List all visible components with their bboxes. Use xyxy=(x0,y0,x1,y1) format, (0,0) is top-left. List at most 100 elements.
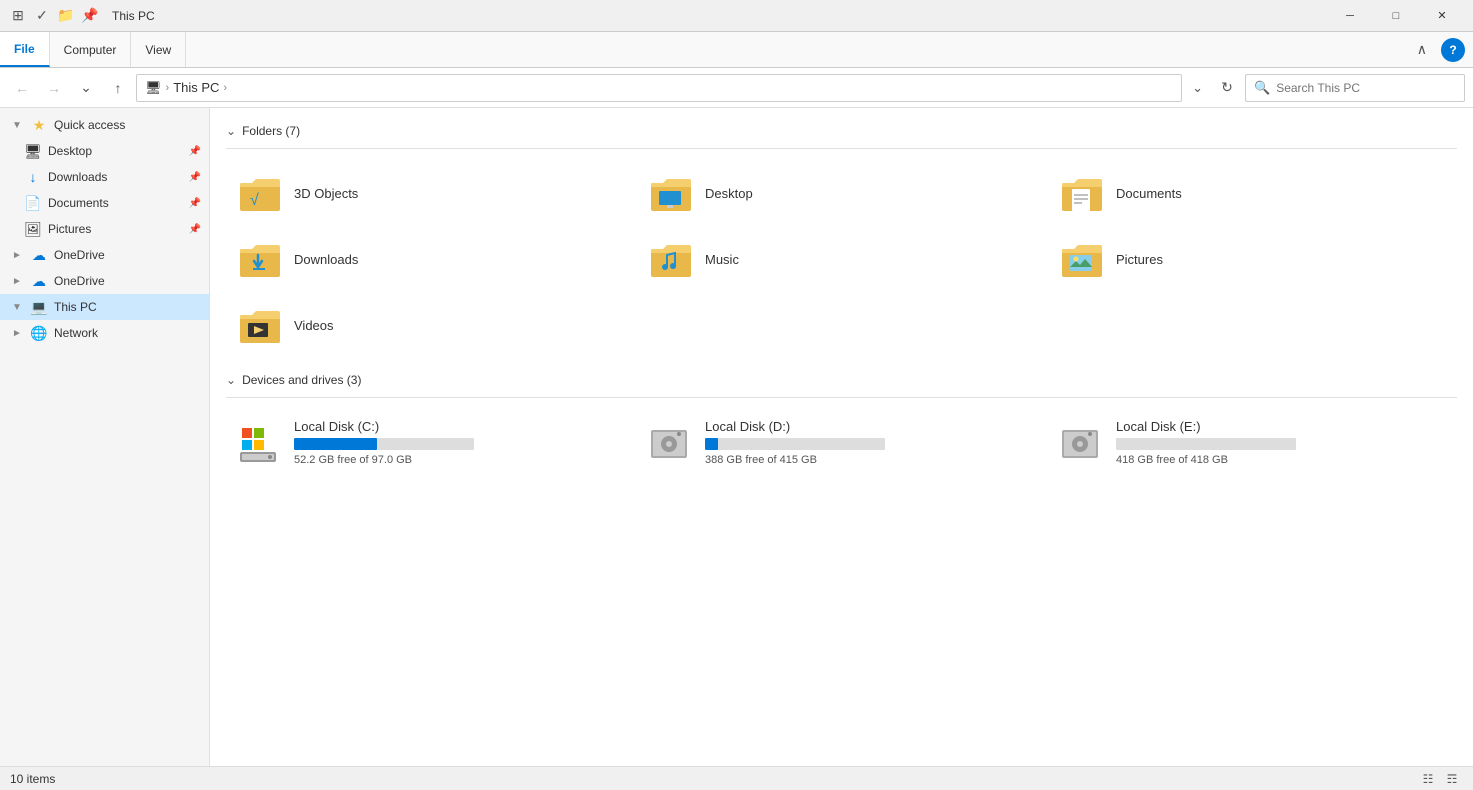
quick-access-chevron: ▼ xyxy=(12,120,24,131)
sidebar-item-documents[interactable]: 📄 Documents 📌 xyxy=(0,190,209,216)
details-view-button[interactable]: ☷ xyxy=(1417,768,1439,790)
sidebar-item-onedrive2[interactable]: ► ☁ OneDrive xyxy=(0,268,209,294)
address-dropdown-button[interactable]: ⌄ xyxy=(1186,80,1209,96)
drive-e-bar-container xyxy=(1116,438,1296,450)
tab-file[interactable]: File xyxy=(0,32,50,67)
drives-divider xyxy=(226,397,1457,398)
folders-chevron[interactable]: ⌄ xyxy=(226,124,236,138)
help-button[interactable]: ? xyxy=(1441,38,1465,62)
sidebar-item-thispc[interactable]: ▼ 💻 This PC xyxy=(0,294,209,320)
documents-folder-icon xyxy=(1058,169,1106,217)
drive-item-d[interactable]: Local Disk (D:) 388 GB free of 415 GB xyxy=(637,410,1046,474)
path-end-chevron: › xyxy=(223,82,227,94)
folder-item-pictures[interactable]: Pictures xyxy=(1048,227,1457,291)
desktop-folder-icon xyxy=(647,169,695,217)
tiles-view-button[interactable]: ☶ xyxy=(1441,768,1463,790)
drive-item-e[interactable]: Local Disk (E:) 418 GB free of 418 GB xyxy=(1048,410,1457,474)
sidebar-item-quick-access[interactable]: ▼ ★ Quick access xyxy=(0,112,209,138)
search-input[interactable] xyxy=(1276,81,1456,95)
quick-access-icon: ★ xyxy=(30,117,48,134)
view-toggle: ☷ ☶ xyxy=(1417,768,1463,790)
pin-icon[interactable]: 📌 xyxy=(80,6,100,26)
drives-chevron[interactable]: ⌄ xyxy=(226,373,236,387)
drives-section-header: ⌄ Devices and drives (3) xyxy=(226,373,1457,387)
up-button[interactable]: ↑ xyxy=(104,74,132,102)
pictures-folder-icon xyxy=(1058,235,1106,283)
drive-d-icon xyxy=(647,418,695,466)
music-folder-label: Music xyxy=(705,252,739,267)
folder-item-videos[interactable]: Videos xyxy=(226,293,635,357)
pictures-icon: 🖼 xyxy=(24,221,42,238)
pictures-folder-label: Pictures xyxy=(1116,252,1163,267)
sidebar-item-onedrive1[interactable]: ► ☁ OneDrive xyxy=(0,242,209,268)
ribbon: File Computer View ∧ ? xyxy=(0,32,1473,68)
sidebar: ▼ ★ Quick access 🖥 Desktop 📌 ↓ Downloads… xyxy=(0,108,210,766)
checkmark-icon[interactable]: ✓ xyxy=(32,6,52,26)
thispc-chevron: ▼ xyxy=(12,302,24,313)
network-icon: 🌐 xyxy=(30,325,48,342)
drive-d-info: Local Disk (D:) 388 GB free of 415 GB xyxy=(705,419,885,466)
title-bar-left: ⊞ ✓ 📁 📌 This PC xyxy=(8,6,155,26)
drive-c-bar-container xyxy=(294,438,474,450)
address-bar: ← → ⌄ ↑ 🖥 › This PC › ⌄ ↻ 🔍 xyxy=(0,68,1473,108)
search-box[interactable]: 🔍 xyxy=(1245,74,1465,102)
drive-c-icon xyxy=(236,418,284,466)
sidebar-item-desktop[interactable]: 🖥 Desktop 📌 xyxy=(0,138,209,164)
back-button[interactable]: ← xyxy=(8,74,36,102)
downloads-pin: 📌 xyxy=(189,172,201,183)
drive-e-icon xyxy=(1058,418,1106,466)
sidebar-item-network[interactable]: ► 🌐 Network xyxy=(0,320,209,346)
drive-d-bar xyxy=(705,438,718,450)
grid-icon[interactable]: ⊞ xyxy=(8,6,28,26)
path-thispc: This PC xyxy=(173,80,219,95)
folders-section-title: Folders (7) xyxy=(242,124,300,138)
sidebar-item-pictures[interactable]: 🖼 Pictures 📌 xyxy=(0,216,209,242)
ribbon-collapse-arrow[interactable]: ∧ xyxy=(1411,39,1433,60)
drive-e-info: Local Disk (E:) 418 GB free of 418 GB xyxy=(1116,419,1296,466)
folder-grid: √ 3D Objects Desktop xyxy=(226,161,1457,357)
documents-icon: 📄 xyxy=(24,195,42,212)
onedrive1-chevron: ► xyxy=(12,250,24,261)
downloads-folder-label: Downloads xyxy=(294,252,358,267)
status-item-count: 10 items xyxy=(10,772,55,786)
folder-item-desktop[interactable]: Desktop xyxy=(637,161,1046,225)
drive-c-bar xyxy=(294,438,377,450)
drive-c-info: Local Disk (C:) 52.2 GB free of 97.0 GB xyxy=(294,419,474,466)
drive-e-free: 418 GB free of 418 GB xyxy=(1116,454,1296,466)
folder-item-downloads[interactable]: Downloads xyxy=(226,227,635,291)
desktop-folder-label: Desktop xyxy=(705,186,753,201)
drive-d-bar-container xyxy=(705,438,885,450)
downloads-folder-icon xyxy=(236,235,284,283)
pictures-pin: 📌 xyxy=(189,224,201,235)
maximize-button[interactable]: □ xyxy=(1373,0,1419,32)
close-button[interactable]: ✕ xyxy=(1419,0,1465,32)
recent-locations-button[interactable]: ⌄ xyxy=(72,74,100,102)
pictures-label: Pictures xyxy=(48,222,183,236)
music-folder-icon xyxy=(647,235,695,283)
tab-computer[interactable]: Computer xyxy=(50,32,132,67)
svg-text:√: √ xyxy=(250,192,259,209)
drive-grid: Local Disk (C:) 52.2 GB free of 97.0 GB xyxy=(226,410,1457,474)
forward-button[interactable]: → xyxy=(40,74,68,102)
downloads-label: Downloads xyxy=(48,170,183,184)
ribbon-right: ∧ ? xyxy=(1411,32,1473,67)
desktop-pin: 📌 xyxy=(189,146,201,157)
videos-folder-icon xyxy=(236,301,284,349)
search-icon: 🔍 xyxy=(1254,80,1270,96)
drive-item-c[interactable]: Local Disk (C:) 52.2 GB free of 97.0 GB xyxy=(226,410,635,474)
folder-item-music[interactable]: Music xyxy=(637,227,1046,291)
folder-icon[interactable]: 📁 xyxy=(56,6,76,26)
documents-pin: 📌 xyxy=(189,198,201,209)
title-bar: ⊞ ✓ 📁 📌 This PC ─ □ ✕ xyxy=(0,0,1473,32)
refresh-button[interactable]: ↻ xyxy=(1213,74,1241,102)
folder-item-documents[interactable]: Documents xyxy=(1048,161,1457,225)
network-chevron: ► xyxy=(12,328,24,339)
folder-item-3dobjects[interactable]: √ 3D Objects xyxy=(226,161,635,225)
status-bar: 10 items ☷ ☶ xyxy=(0,766,1473,790)
drives-section-title: Devices and drives (3) xyxy=(242,373,361,387)
drive-d-free: 388 GB free of 415 GB xyxy=(705,454,885,466)
address-path[interactable]: 🖥 › This PC › xyxy=(136,74,1182,102)
tab-view[interactable]: View xyxy=(131,32,186,67)
minimize-button[interactable]: ─ xyxy=(1327,0,1373,32)
sidebar-item-downloads[interactable]: ↓ Downloads 📌 xyxy=(0,164,209,190)
